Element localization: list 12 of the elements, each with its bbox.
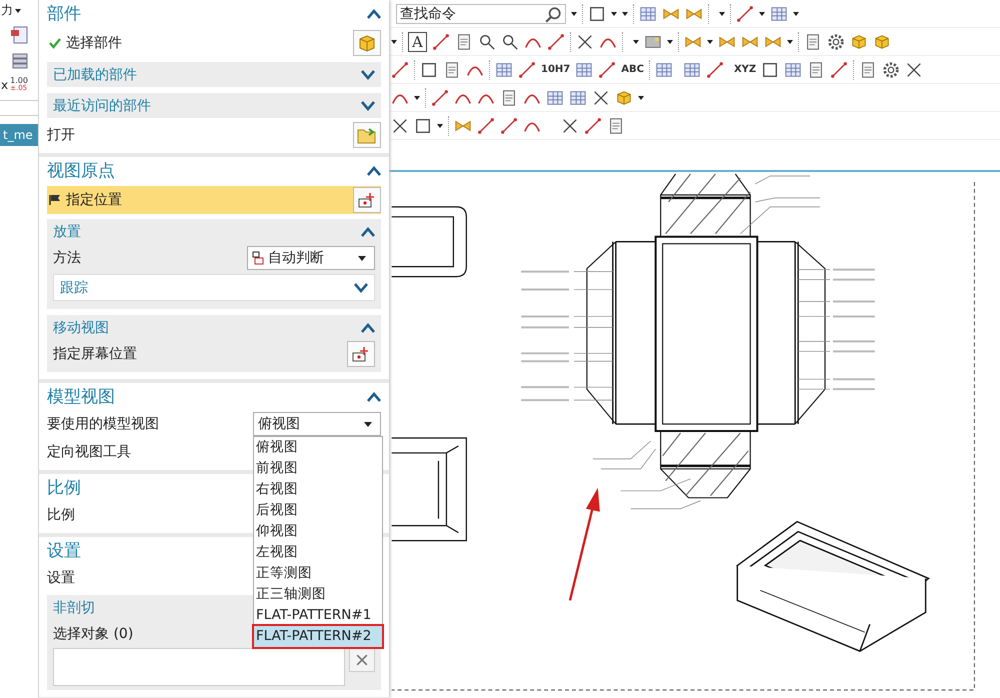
option-label: 定向视图工具	[47, 443, 131, 461]
step-label: 指定位置	[66, 191, 122, 209]
field-label: 方法	[53, 249, 81, 267]
action-label: 打开	[47, 126, 75, 144]
option-label: 比例	[47, 506, 75, 524]
option-label: 选择对象 (0)	[53, 625, 134, 643]
option-label: 设置	[47, 569, 75, 587]
step-label: 选择部件	[66, 34, 122, 52]
axis-label: x	[0, 78, 8, 92]
action-label: 指定屏幕位置	[53, 345, 137, 363]
field-label: 要使用的模型视图	[47, 415, 159, 433]
dimension-value: 1.00	[10, 77, 28, 85]
